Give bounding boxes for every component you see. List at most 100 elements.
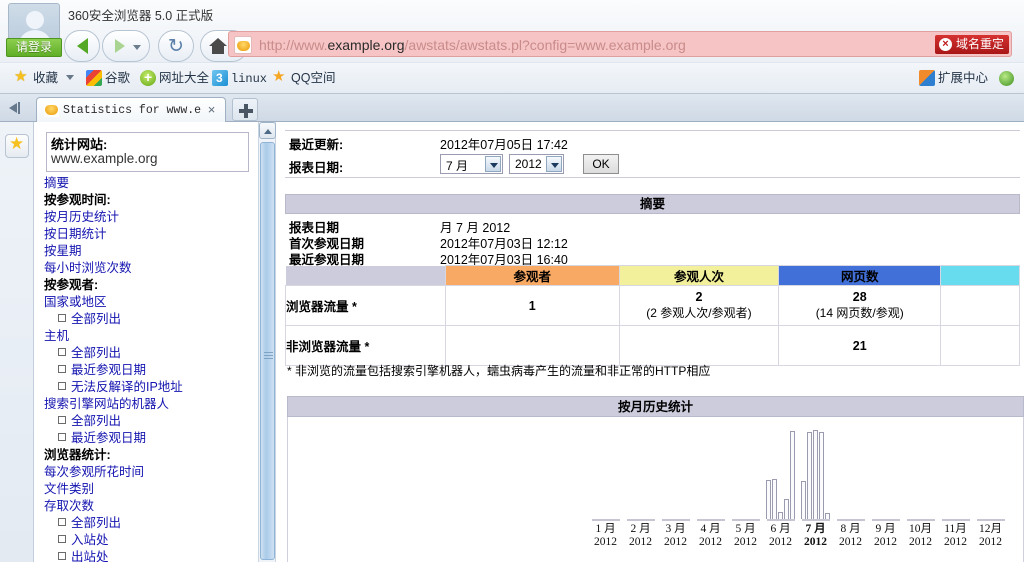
checkbox-icon[interactable]	[58, 552, 66, 560]
axis-tick	[871, 519, 900, 521]
sidebar-item-7[interactable]: 国家或地区	[44, 294, 256, 311]
google-icon	[86, 70, 102, 86]
sidebar-item-3[interactable]: 按日期统计	[44, 226, 256, 243]
sidebar-item-label: 按参观时间:	[44, 193, 111, 207]
chart-x-label-year: 2012	[699, 536, 722, 548]
address-text[interactable]: http://www.example.org/awstats/awstats.p…	[259, 35, 686, 55]
checkbox-icon[interactable]	[58, 314, 66, 322]
table-row-label: 非浏览器流量 *	[285, 325, 446, 366]
sidebar-item-12[interactable]: 无法反解译的IP地址	[44, 379, 256, 396]
address-bar[interactable]: http://www.example.org/awstats/awstats.p…	[228, 31, 1012, 57]
table-header-row: 参观者 参观人次 网页数	[285, 265, 1020, 286]
bookmark-label: linux	[231, 72, 268, 86]
checkbox-icon[interactable]	[58, 535, 66, 543]
extension-center-button[interactable]: 扩展中心	[918, 69, 988, 88]
sidebar-item-8[interactable]: 全部列出	[44, 311, 256, 328]
sidebar-item-0[interactable]: 摘要	[44, 175, 256, 192]
chart-bar	[790, 431, 795, 519]
tab-list-back-button[interactable]	[7, 98, 27, 118]
chart-x-label-year: 2012	[734, 536, 757, 548]
page-scrollbar-vertical[interactable]	[258, 122, 276, 562]
tab-statistics[interactable]: Statistics for www.e... ×	[36, 97, 226, 122]
back-button[interactable]	[64, 30, 100, 62]
coin-icon[interactable]	[999, 71, 1014, 86]
sidebar-item-15[interactable]: 最近参观日期	[44, 430, 256, 447]
forward-arrow-icon	[103, 31, 149, 61]
chevron-down-icon[interactable]	[485, 156, 501, 172]
monthly-history-panel: 1 月 2012 2 月 2012 3 月 2012 4 月 2012 5 月 2012 6 月 20…	[287, 417, 1024, 562]
bookmark-qzone[interactable]: QQ空间	[272, 67, 335, 88]
sidebar-item-4[interactable]: 按星期	[44, 243, 256, 260]
sidebar-item-17[interactable]: 每次参观所花时间	[44, 464, 256, 481]
checkbox-icon[interactable]	[58, 382, 66, 390]
forward-button[interactable]	[102, 30, 150, 62]
chart-x-label-month: 6 月	[770, 523, 791, 535]
bookmarks-bar: 收藏 谷歌 网址大全 linux QQ空间 扩展中心	[0, 62, 1024, 93]
login-button[interactable]: 请登录	[6, 38, 62, 57]
chevron-down-icon[interactable]	[546, 156, 562, 172]
bookmark-navigation-site[interactable]: 网址大全	[140, 68, 209, 88]
new-tab-button[interactable]	[232, 98, 258, 121]
bookmark-google[interactable]: 谷歌	[86, 69, 130, 88]
table-header-visits: 参观人次	[618, 265, 780, 286]
scrollbar-thumb[interactable]	[260, 142, 275, 560]
monthly-history-chart: 1 月 2012 2 月 2012 3 月 2012 4 月 2012 5 月 2012 6 月 20…	[588, 421, 1008, 561]
ok-button[interactable]: OK	[583, 154, 619, 174]
table-header-blank	[285, 265, 446, 286]
table-cell	[940, 325, 1020, 366]
table-cell: 1	[444, 285, 620, 326]
sidebar-item-2[interactable]: 按月历史统计	[44, 209, 256, 226]
sidebar-item-13[interactable]: 搜索引擎网站的机器人	[44, 396, 256, 413]
chart-bar	[819, 432, 824, 519]
sidebar-item-5[interactable]: 每小时浏览次数	[44, 260, 256, 277]
scroll-up-button[interactable]	[259, 122, 276, 139]
axis-tick	[801, 519, 830, 521]
chart-x-label-year: 2012	[839, 536, 862, 548]
chart-x-label-month: 5 月	[735, 523, 756, 535]
year-select[interactable]: 2012	[509, 154, 564, 174]
axis-tick	[976, 519, 1005, 521]
app-title: 360安全浏览器 5.0 正式版	[68, 9, 214, 23]
chart-x-label: 4 月 2012	[693, 523, 729, 549]
avatar-head-icon	[26, 11, 44, 29]
chart-x-label: 8 月 2012	[833, 523, 869, 549]
sidebar-item-label: 按日期统计	[44, 227, 107, 241]
extension-box-icon	[918, 70, 935, 86]
page-viewport: 统计网站: www.example.org 摘要按参观时间:按月历史统计按日期统…	[0, 122, 1024, 562]
sidebar-item-21[interactable]: 入站处	[44, 532, 256, 549]
sidebar-item-10[interactable]: 全部列出	[44, 345, 256, 362]
sidebar-item-14[interactable]: 全部列出	[44, 413, 256, 430]
checkbox-icon[interactable]	[58, 416, 66, 424]
checkbox-icon[interactable]	[58, 365, 66, 373]
tab-close-icon[interactable]: ×	[205, 103, 218, 117]
chart-bar	[825, 513, 830, 519]
redirect-badge[interactable]: 域名重定	[934, 35, 1009, 54]
sidebar-item-19[interactable]: 存取次数	[44, 498, 256, 515]
summary-title: 摘要	[285, 194, 1020, 214]
sidebar-item-9[interactable]: 主机	[44, 328, 256, 345]
bookmark-linux[interactable]: linux	[212, 69, 267, 88]
sidebar-item-11[interactable]: 最近参观日期	[44, 362, 256, 379]
chart-x-label-month: 7 月	[805, 523, 826, 535]
sidebar-section-header: 浏览器统计:	[44, 447, 256, 464]
sidebar-item-20[interactable]: 全部列出	[44, 515, 256, 532]
sidebar-item-label: 全部列出	[71, 312, 122, 326]
reload-button[interactable]: ↻	[158, 30, 194, 62]
chart-x-label-year: 2012	[629, 536, 652, 548]
forward-dropdown-icon[interactable]	[133, 45, 141, 50]
sidebar-item-label: 摘要	[44, 176, 70, 190]
report-header-box: 最近更新: 2012年07月05日 17:42 报表日期: 7 月 2012 O…	[285, 130, 1020, 178]
bookmark-favorites[interactable]: 收藏	[14, 67, 58, 88]
table-cell: 28 (14 网页数/参观)	[778, 285, 942, 326]
site-value: www.example.org	[51, 151, 158, 166]
sidebar-item-22[interactable]: 出站处	[44, 549, 256, 562]
chart-x-label: 2 月 2012	[623, 523, 659, 549]
favorites-star-icon[interactable]	[5, 134, 29, 158]
checkbox-icon[interactable]	[58, 433, 66, 441]
checkbox-icon[interactable]	[58, 348, 66, 356]
sidebar-item-18[interactable]: 文件类别	[44, 481, 256, 498]
table-cell-value: 28	[852, 290, 867, 304]
checkbox-icon[interactable]	[58, 518, 66, 526]
month-select[interactable]: 7 月	[440, 154, 503, 174]
bookmarks-dropdown-icon[interactable]	[66, 75, 74, 80]
